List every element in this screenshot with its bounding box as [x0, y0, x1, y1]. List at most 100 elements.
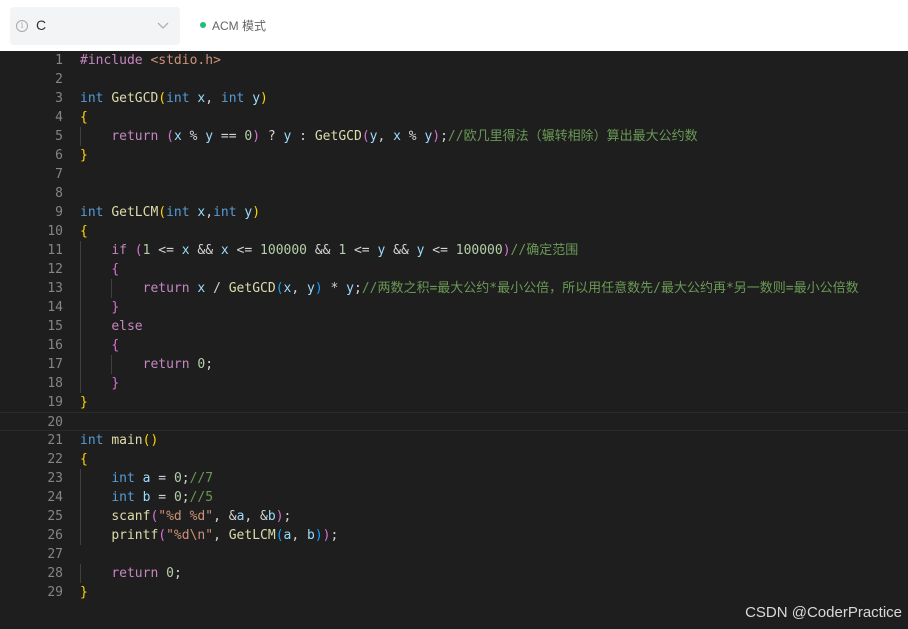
code-token: }	[80, 585, 88, 600]
code-token: }	[111, 376, 120, 391]
line-number: 12	[47, 262, 63, 277]
code-text: return 0;	[80, 564, 182, 583]
code-line[interactable]: 9 int GetLCM(int x,int y)	[0, 203, 908, 222]
code-line[interactable]: 8	[0, 184, 908, 203]
line-number: 7	[55, 167, 63, 182]
code-line[interactable]: 24 int b = 0;//5	[0, 488, 908, 507]
code-line[interactable]: 17 return 0;	[0, 355, 908, 374]
code-token: x	[220, 243, 229, 258]
code-line[interactable]: 3 int GetGCD(int x, int y)	[0, 89, 908, 108]
code-editor[interactable]: 1 #include <stdio.h> 2 3 int GetGCD(int x, i…	[0, 51, 908, 629]
code-token: <=	[424, 243, 456, 258]
line-number: 5	[55, 129, 63, 144]
line-number: 23	[47, 471, 63, 486]
code-line[interactable]: 21 int main()	[0, 431, 908, 450]
code-token: return	[111, 566, 167, 581]
code-token: , &	[244, 509, 268, 524]
code-token: , &	[213, 509, 237, 524]
code-line[interactable]: 6}	[0, 146, 908, 165]
code-token: *	[322, 281, 347, 296]
indent-guide	[80, 260, 81, 279]
line-number: 2	[55, 72, 63, 87]
code-line[interactable]: 29}	[0, 583, 908, 602]
code-token: (	[158, 205, 167, 220]
code-token: ;	[173, 566, 182, 581]
line-number: 8	[55, 186, 63, 201]
code-line[interactable]: 14 }	[0, 298, 908, 317]
line-number: 13	[47, 281, 63, 296]
code-line[interactable]: 27	[0, 545, 908, 564]
code-token: ;	[353, 281, 362, 296]
code-token: scanf	[111, 509, 151, 524]
code-token: int	[166, 91, 198, 106]
code-token: (	[134, 243, 143, 258]
code-text: {	[80, 450, 88, 469]
code-line[interactable]: 10 {	[0, 222, 908, 241]
code-text: }	[80, 146, 88, 165]
code-line[interactable]: 15 else	[0, 317, 908, 336]
indent-guide	[80, 507, 81, 526]
code-token: )	[260, 91, 268, 106]
code-token: y	[252, 91, 261, 106]
code-token: x	[173, 129, 182, 144]
code-line[interactable]: 12 {	[0, 260, 908, 279]
line-number: 27	[47, 547, 63, 562]
line-number: 24	[47, 490, 63, 505]
line-number: 19	[47, 395, 63, 410]
code-line[interactable]: 25 scanf("%d %d", &a, &b);	[0, 507, 908, 526]
code-token: //7	[189, 471, 214, 486]
code-line[interactable]: 11 if (1 <= x && x <= 100000 && 1 <= y &…	[0, 241, 908, 260]
code-text: }	[80, 298, 119, 317]
code-line[interactable]: 22 {	[0, 450, 908, 469]
code-line[interactable]: 16 {	[0, 336, 908, 355]
code-token: ;	[205, 357, 214, 372]
code-token: (	[275, 281, 284, 296]
language-select[interactable]: i C	[10, 7, 180, 45]
code-token: int	[166, 205, 198, 220]
code-token: &&	[189, 243, 221, 258]
code-line[interactable]: 1 #include <stdio.h>	[0, 51, 908, 70]
code-token: if	[111, 243, 135, 258]
code-token: main	[111, 433, 143, 448]
code-token: :	[291, 129, 315, 144]
code-token: }	[80, 395, 88, 410]
code-token: (	[158, 528, 167, 543]
code-token: %	[181, 129, 206, 144]
code-token: 100000	[260, 243, 308, 258]
chevron-down-icon[interactable]	[156, 18, 170, 32]
code-text: return 0;	[80, 355, 213, 374]
code-line[interactable]: 23 int a = 0;//7	[0, 469, 908, 488]
code-token: int	[111, 471, 143, 486]
line-number: 3	[55, 91, 63, 106]
code-token: b	[307, 528, 315, 543]
line-number: 18	[47, 376, 63, 391]
code-token: ()	[142, 433, 159, 448]
code-token: )	[275, 509, 284, 524]
code-token: ;	[181, 490, 190, 505]
code-text: printf("%d\n", GetLCM(a, b));	[80, 526, 338, 545]
code-line[interactable]: 20	[0, 412, 908, 431]
code-line[interactable]: 2	[0, 70, 908, 89]
code-line[interactable]: 19}	[0, 393, 908, 412]
code-token: b	[267, 509, 276, 524]
acm-mode-indicator[interactable]: ACM 模式	[200, 17, 266, 35]
code-line[interactable]: 28 return 0;	[0, 564, 908, 583]
code-line[interactable]: 13 return x / GetGCD(x, y) * y;//两数之积=最大…	[0, 279, 908, 298]
code-token: 0	[173, 490, 182, 505]
code-line[interactable]: 18 }	[0, 374, 908, 393]
indent-guide	[80, 279, 81, 298]
code-line[interactable]: 7	[0, 165, 908, 184]
line-number: 4	[55, 110, 63, 125]
info-icon[interactable]: i	[16, 20, 28, 32]
code-line[interactable]: 4{	[0, 108, 908, 127]
code-token: GetLCM	[228, 528, 276, 543]
code-line[interactable]: 26 printf("%d\n", GetLCM(a, b));	[0, 526, 908, 545]
code-token: 1	[338, 243, 347, 258]
code-line[interactable]: 5 return (x % y == 0) ? y : GetGCD(y, x …	[0, 127, 908, 146]
code-token: <stdio.h>	[150, 53, 221, 68]
